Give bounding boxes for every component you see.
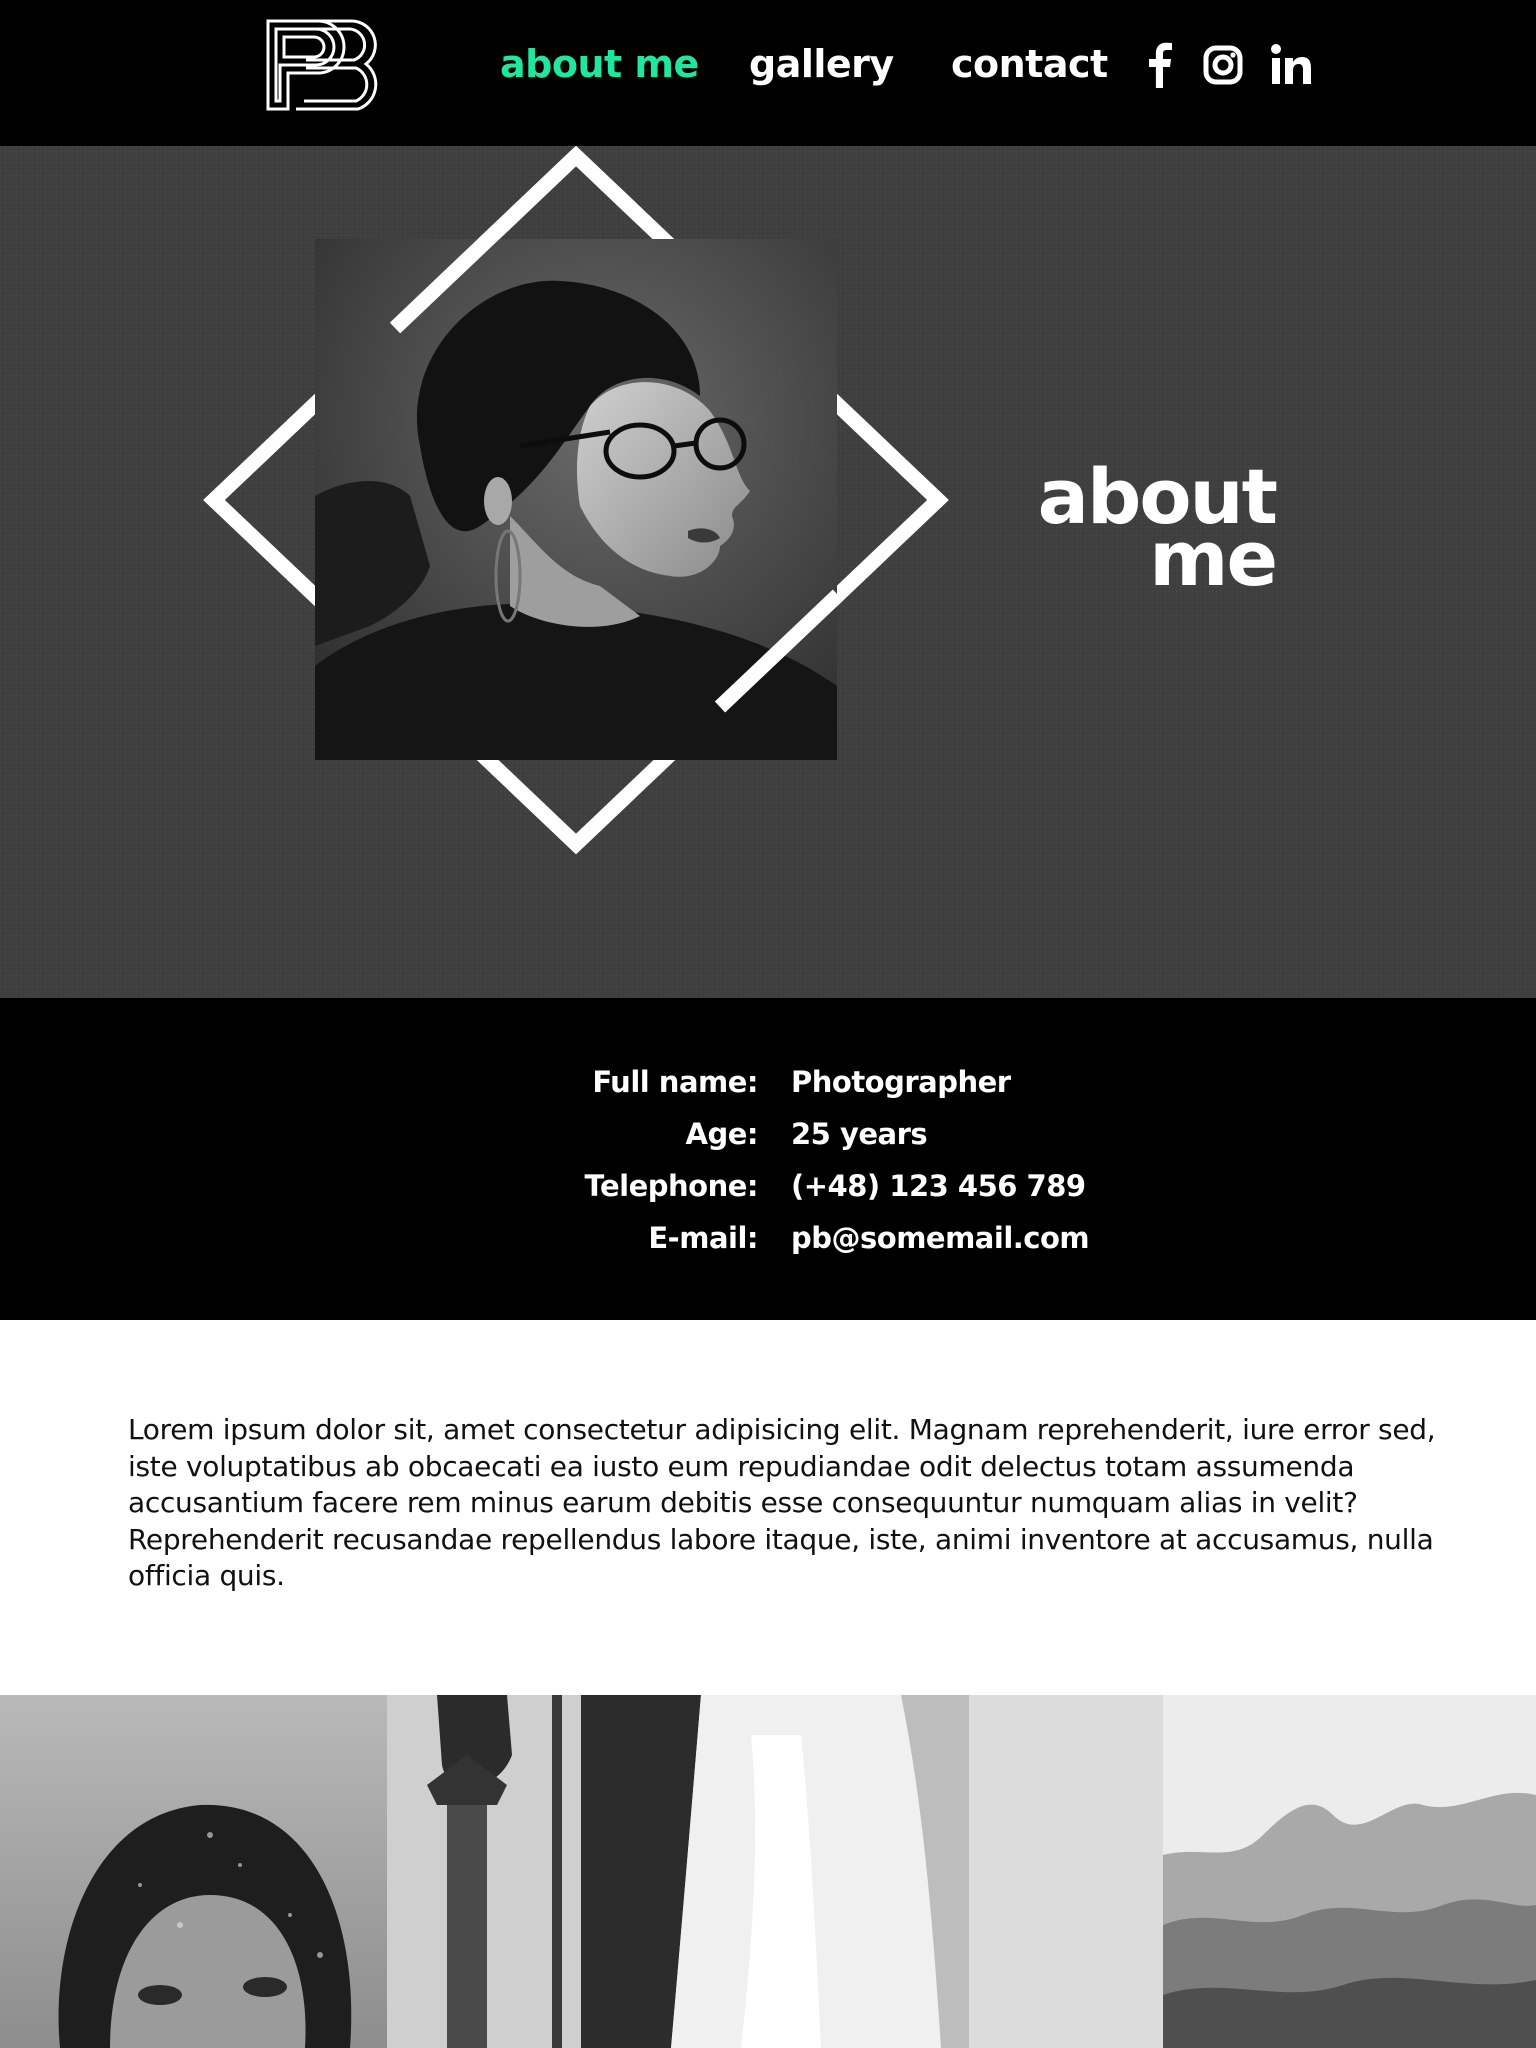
facebook-icon[interactable] [1146,42,1172,88]
info-value: 25 years [791,1117,928,1151]
about-paragraph: Lorem ipsum dolor sit, amet consectetur … [128,1413,1436,1592]
info-value: Photographer [791,1065,1011,1099]
portrait-photo [315,239,837,760]
nav-link-contact[interactable]: contact [951,38,1108,90]
gallery-image-mountains[interactable] [1163,1695,1536,2048]
linkedin-icon[interactable] [1270,42,1312,88]
info-label: Full name: [592,1065,758,1099]
info-label: Telephone: [584,1169,759,1203]
gallery-strip [0,1695,1536,2048]
gallery-image-portrait-rain[interactable] [0,1695,387,2048]
pb-logo[interactable] [266,15,394,113]
info-value[interactable]: pb@somemail.com [791,1212,1090,1264]
gallery-image-waterfall[interactable] [581,1695,969,2048]
info-label: Age: [685,1117,759,1151]
hero-section: about me [0,146,1536,998]
info-value: (+48) 123 456 789 [791,1169,1086,1203]
hero-title: about me [1038,459,1278,597]
info-row-age: Age: 25 years [0,1108,1536,1160]
nav-link-gallery[interactable]: gallery [749,38,894,90]
top-navigation: about me gallery contact [0,0,1536,146]
info-row-email: E-mail: pb@somemail.com [0,1212,1536,1264]
info-row-full-name: Full name: Photographer [0,1056,1536,1108]
info-row-telephone: Telephone: (+48) 123 456 789 [0,1160,1536,1212]
nav-link-about-me[interactable]: about me [500,38,699,90]
gallery-image-palm-tree[interactable] [387,1695,581,2048]
personal-info-section: Full name: Photographer Age: 25 years Te… [0,998,1536,1320]
portrait-diamond-frame [203,146,949,855]
gallery-image-sky[interactable] [969,1695,1163,2048]
instagram-icon[interactable] [1202,42,1244,88]
info-label: E-mail: [648,1221,758,1255]
